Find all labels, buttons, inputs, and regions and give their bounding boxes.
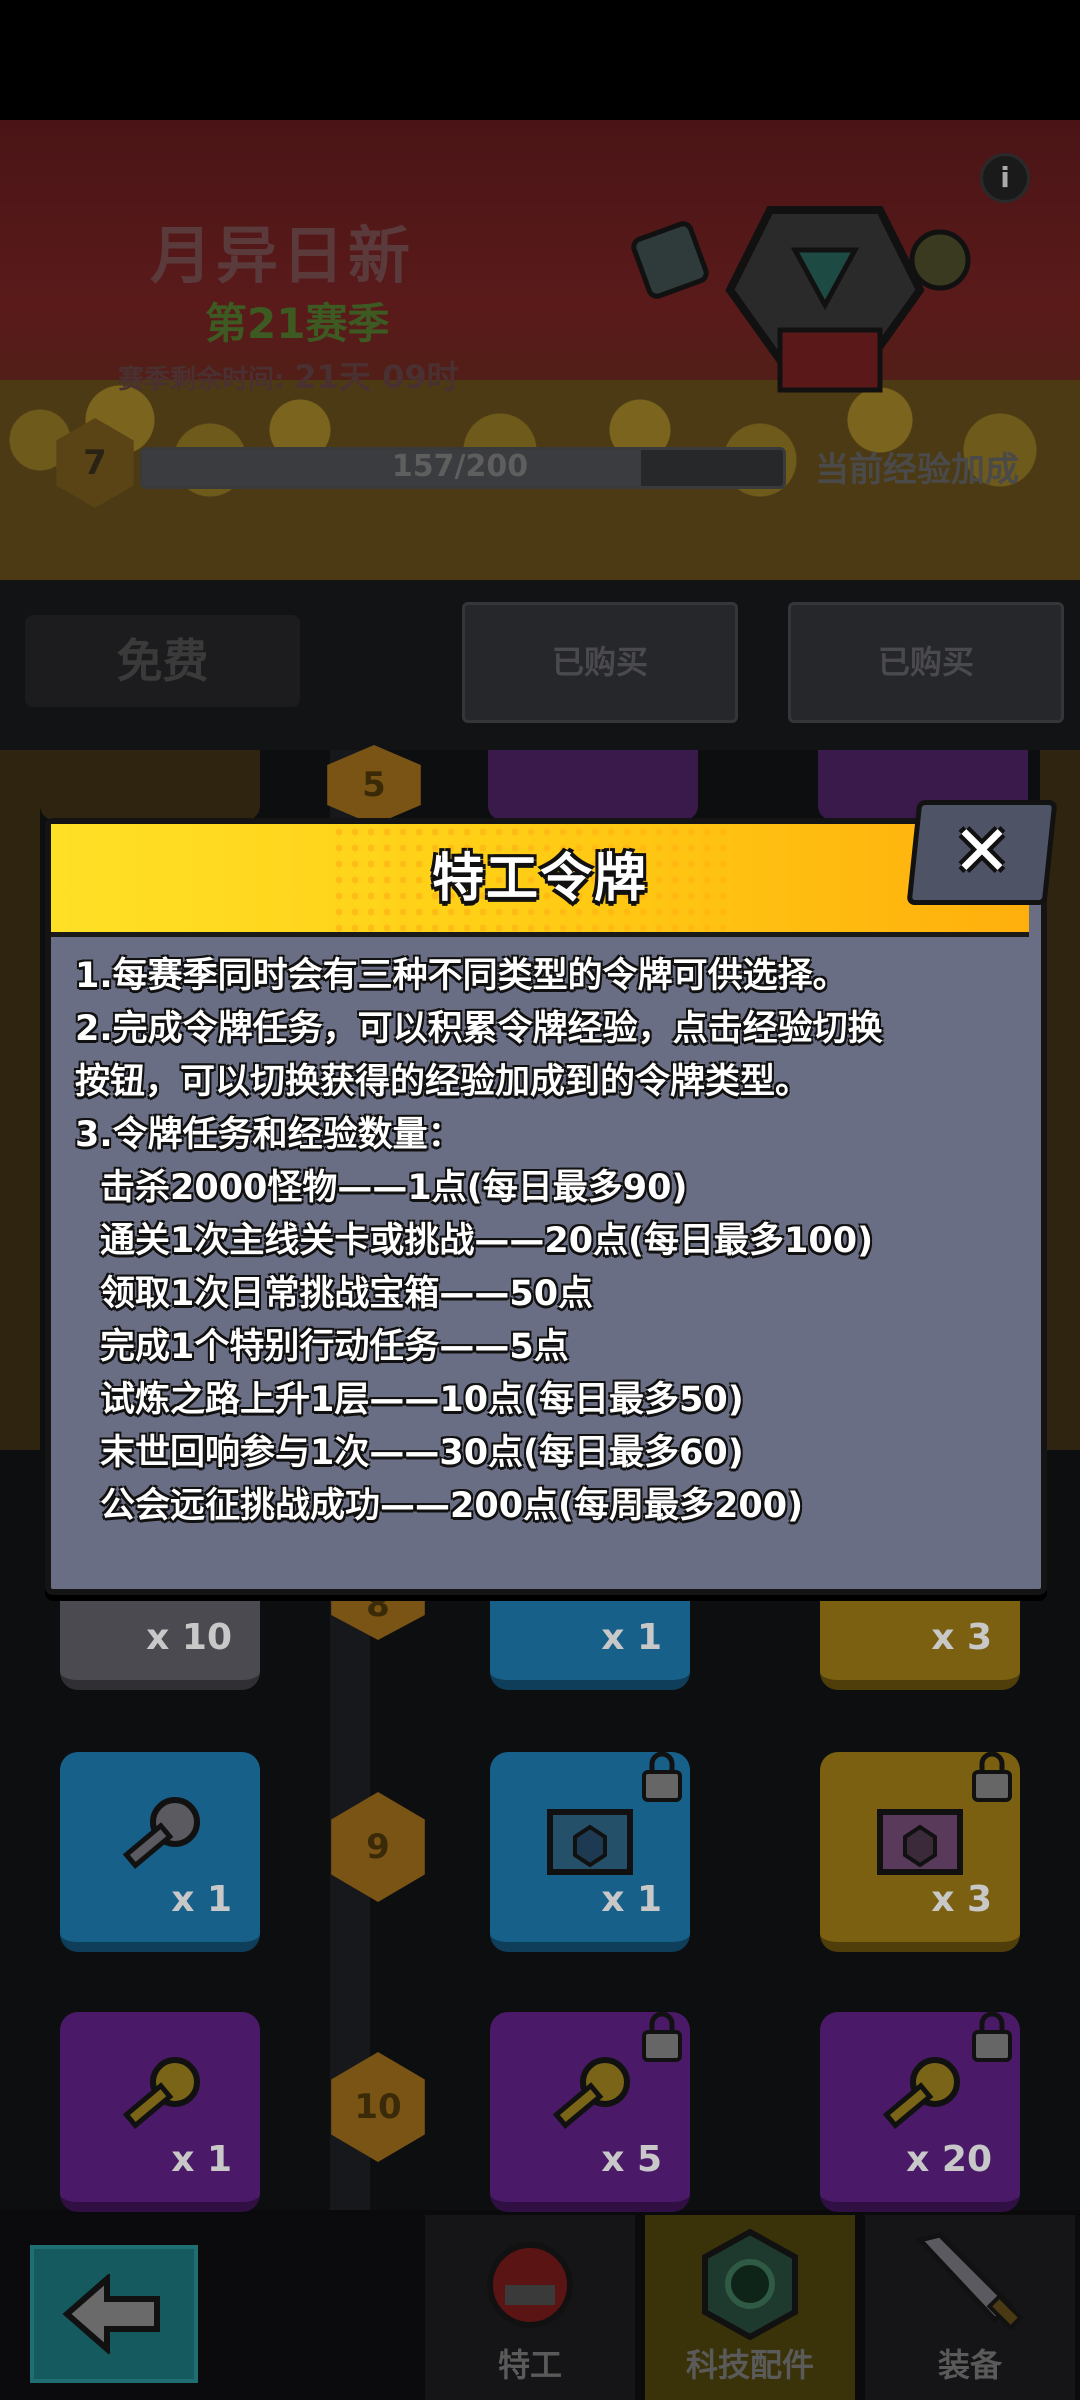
tier-bought-button-1[interactable]: 已购买 [462, 602, 738, 723]
task-line: 通关1次主线关卡或挑战——20点(每日最多100) [100, 1221, 874, 1261]
nav-tech[interactable]: 科技配件 [645, 2215, 855, 2400]
nav-equip-label: 装备 [937, 2346, 1002, 2384]
reward-quantity: x 3 [931, 1879, 992, 1920]
track-stripe-left [0, 750, 40, 1450]
reward-quantity: x 1 [171, 1879, 232, 1920]
nav-tech-label: 科技配件 [685, 2346, 814, 2384]
chest-icon [547, 1809, 633, 1875]
xp-progress-text: 157/200 [391, 449, 529, 484]
season-remaining: 赛季剩余时间: 21天 09时 [118, 352, 459, 398]
chest-icon [877, 1809, 963, 1875]
nav-equip[interactable]: 装备 [865, 2215, 1075, 2400]
task-line: 末世回响参与1次——30点(每日最多60) [100, 1433, 744, 1473]
gold-key-icon [122, 2057, 200, 2129]
lock-icon [972, 2012, 1012, 2062]
reward-tile-claimed [488, 750, 698, 820]
rule-line: 3.令牌任务和经验数量： [75, 1115, 463, 1155]
info-icon[interactable]: i [980, 153, 1030, 203]
reward-quantity: x 10 [146, 1617, 232, 1658]
lock-icon [972, 1752, 1012, 1802]
sword-icon [915, 2232, 1024, 2331]
agent-icon [487, 2242, 573, 2328]
dialog-title: 特工令牌 [431, 849, 648, 909]
season-remaining-value: 21天 09时 [294, 358, 459, 396]
gold-key-icon [882, 2057, 960, 2129]
season-remaining-label: 赛季剩余时间: [118, 365, 285, 395]
gold-key-icon [552, 2057, 630, 2129]
task-line: 领取1次日常挑战宝箱——50点 [100, 1274, 594, 1314]
reward-tile-key[interactable]: x 1 [60, 1752, 260, 1952]
rule-line: 2.完成令牌任务，可以积累令牌经验，点击经验切换 [75, 1009, 883, 1049]
reward-tile-claimed [40, 750, 260, 820]
nav-agent[interactable]: 特工 [425, 2215, 635, 2400]
season-number: 第21赛季 [205, 299, 390, 348]
reward-quantity: x 5 [601, 2139, 662, 2180]
tier-free-label: 免费 [25, 615, 300, 707]
task-line: 公会远征挑战成功——200点(每周最多200) [100, 1486, 804, 1526]
season-title: 月异日新 [150, 219, 415, 292]
close-button[interactable]: ✕ [906, 800, 1058, 905]
task-line: 试炼之路上升1层——10点(每日最多50) [100, 1380, 744, 1420]
rule-line: 按钮，可以切换获得的经验加成到的令牌类型。 [75, 1062, 811, 1102]
lock-icon [642, 1752, 682, 1802]
reward-quantity: x 20 [906, 2139, 992, 2180]
task-line: 击杀2000怪物——1点(每日最多90) [100, 1168, 688, 1208]
key-icon [122, 1797, 200, 1869]
tech-part-icon [702, 2228, 798, 2341]
reward-quantity: x 1 [601, 1617, 662, 1658]
close-icon: ✕ [952, 810, 1012, 892]
reward-quantity: x 3 [931, 1617, 992, 1658]
reward-quantity: x 1 [171, 2139, 232, 2180]
rule-line: 1.每赛季同时会有三种不同类型的令牌可供选择。 [75, 956, 848, 996]
reward-quantity: x 1 [601, 1879, 662, 1920]
lock-icon [642, 2012, 682, 2062]
back-button[interactable] [30, 2245, 198, 2383]
reward-tile-key[interactable]: x 1 [60, 2012, 260, 2212]
xp-boost-button[interactable]: 当前经验加成 [815, 442, 1019, 491]
tier-bought-button-2[interactable]: 已购买 [788, 602, 1064, 723]
status-bar [0, 0, 1080, 120]
nav-agent-label: 特工 [497, 2346, 562, 2384]
back-arrow-icon [62, 2274, 160, 2354]
season-trophy-icon [631, 206, 971, 393]
dialog-body: 1.每赛季同时会有三种不同类型的令牌可供选择。 2.完成令牌任务，可以积累令牌经… [75, 950, 1015, 1533]
task-line: 完成1个特别行动任务——5点 [100, 1327, 569, 1367]
